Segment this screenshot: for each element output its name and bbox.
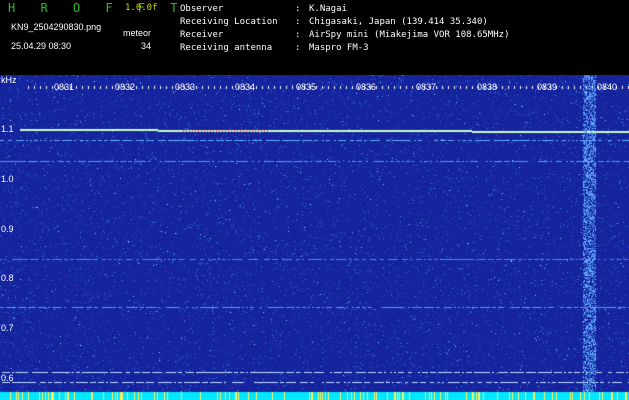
meteor-count: 34 xyxy=(141,41,152,51)
app-logo: H R O F F T xyxy=(8,1,187,15)
x-tick: 0839 xyxy=(537,82,558,92)
y-tick: 0.6 xyxy=(1,373,14,383)
x-tick: 0840 xyxy=(597,82,618,92)
datetime-label: 25.04.29 08:30 xyxy=(11,41,72,51)
meteor-label: meteor xyxy=(123,28,152,38)
y-tick: 1.0 xyxy=(1,174,14,184)
info-row-location: Receiving Location: Chigasaki, Japan (139… xyxy=(180,17,488,27)
x-tick: 0833 xyxy=(175,82,196,92)
info-row-antenna: Receiving antenna: Maspro FM-3 xyxy=(180,43,369,53)
header-panel: H R O F F T 1.0.0f KN9_2504290830.png me… xyxy=(0,0,629,75)
info-value: K.Nagai xyxy=(309,4,347,14)
filename-label: KN9_2504290830.png xyxy=(11,22,102,32)
y-tick: 1.1 xyxy=(1,124,14,134)
y-tick: 0.9 xyxy=(1,224,14,234)
info-label: Receiving Location xyxy=(180,17,278,27)
info-row-receiver: Receiver: AirSpy mini (Miakejima VOR 108.… xyxy=(180,30,510,40)
info-value: AirSpy mini (Miakejima VOR 108.65MHz) xyxy=(309,30,510,40)
x-tick: 0834 xyxy=(235,82,256,92)
spectrogram-waterfall xyxy=(0,75,629,400)
y-tick: 0.7 xyxy=(1,323,14,333)
version-label: 1.0.0f xyxy=(125,3,158,13)
info-label: Receiver xyxy=(180,30,224,40)
x-tick: 0837 xyxy=(416,82,437,92)
x-tick: 0838 xyxy=(477,82,498,92)
x-tick: 0831 xyxy=(54,82,75,92)
info-row-observer: Observer: K.Nagai xyxy=(180,4,347,14)
info-label: Receiving antenna xyxy=(180,43,273,53)
info-label: Observer xyxy=(180,4,224,14)
y-tick: 0.8 xyxy=(1,273,14,283)
y-axis-unit: kHz xyxy=(1,75,17,85)
x-tick: 0836 xyxy=(356,82,377,92)
station-info: Observer: K.Nagai Receiving Location: Chig… xyxy=(180,3,509,55)
x-tick: 0832 xyxy=(115,82,136,92)
info-value: Maspro FM-3 xyxy=(309,43,369,53)
x-tick: 0835 xyxy=(296,82,317,92)
info-value: Chigasaki, Japan (139.414 35.340) xyxy=(309,17,488,27)
